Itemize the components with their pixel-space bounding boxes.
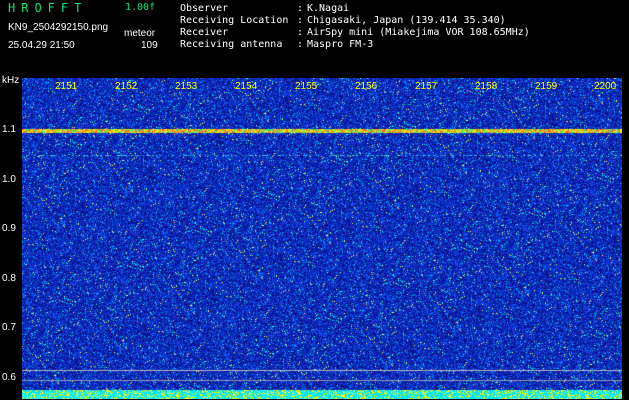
info-colon: : — [297, 39, 304, 50]
spectrogram-waterfall — [22, 78, 622, 399]
info-label: Observer — [180, 3, 229, 14]
mode-label: meteor — [124, 28, 156, 39]
x-tick-label: 2152 — [115, 81, 138, 92]
x-tick-label: 2157 — [415, 81, 438, 92]
y-tick-label: 0.7 — [2, 322, 16, 333]
x-tick-label: 2158 — [475, 81, 498, 92]
x-tick-label: 2159 — [535, 81, 558, 92]
datetime-label: 25.04.29 21:50 — [8, 40, 75, 51]
info-label: Receiver — [180, 27, 229, 38]
x-tick-label: 2156 — [355, 81, 378, 92]
y-tick-label: 0.6 — [2, 372, 16, 383]
info-colon: : — [297, 27, 304, 38]
y-tick-label: 0.9 — [2, 223, 16, 234]
x-tick-label: 2200 — [594, 81, 617, 92]
y-tick-label: 1.1 — [2, 124, 16, 135]
info-label: Receiving Location — [180, 15, 289, 26]
info-value: K.Nagai — [307, 3, 350, 14]
version-label: 1.00f — [125, 2, 156, 13]
info-value: Chigasaki, Japan (139.414 35.340) — [307, 15, 506, 26]
info-label: Receiving antenna — [180, 39, 283, 50]
info-value: Maspro FM-3 — [307, 39, 374, 50]
y-tick-label: 1.0 — [2, 174, 16, 185]
x-tick-label: 2154 — [235, 81, 258, 92]
y-tick-label: 0.8 — [2, 273, 16, 284]
x-tick-label: 2155 — [295, 81, 318, 92]
x-tick-label: 2153 — [175, 81, 198, 92]
frequency-unit-label: kHz — [2, 75, 20, 86]
info-colon: : — [297, 15, 304, 26]
info-colon: : — [297, 3, 304, 14]
count-label: 109 — [141, 40, 158, 51]
filename-label: KN9_2504292150.png — [8, 22, 109, 33]
app-title: HROFFT — [8, 1, 88, 15]
info-value: AirSpy mini (Miakejima VOR 108.65MHz) — [307, 27, 530, 38]
x-tick-label: 2151 — [55, 81, 78, 92]
